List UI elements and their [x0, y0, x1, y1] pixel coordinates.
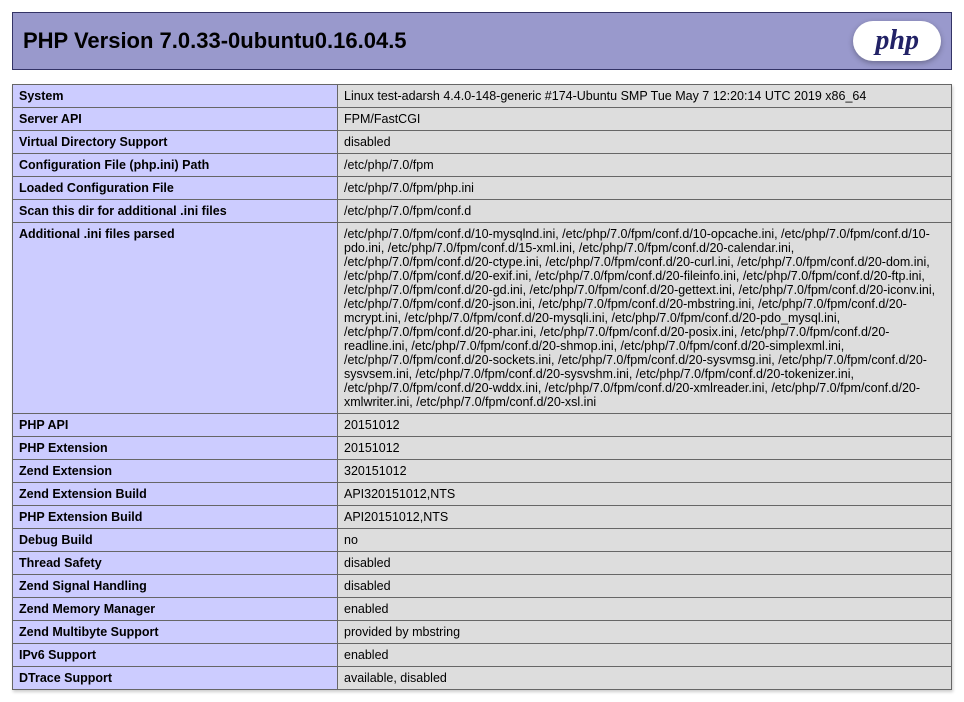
config-key: System — [13, 85, 338, 108]
config-value: API20151012,NTS — [338, 506, 952, 529]
config-key: IPv6 Support — [13, 644, 338, 667]
php-version-title: PHP Version 7.0.33-0ubuntu0.16.04.5 — [23, 28, 407, 54]
table-row: DTrace Supportavailable, disabled — [13, 667, 952, 690]
config-key: Debug Build — [13, 529, 338, 552]
config-key: Zend Memory Manager — [13, 598, 338, 621]
config-key: Zend Extension — [13, 460, 338, 483]
config-key: Configuration File (php.ini) Path — [13, 154, 338, 177]
config-key: Zend Signal Handling — [13, 575, 338, 598]
config-key: Scan this dir for additional .ini files — [13, 200, 338, 223]
table-row: Zend Extension BuildAPI320151012,NTS — [13, 483, 952, 506]
config-key: Loaded Configuration File — [13, 177, 338, 200]
table-row: Scan this dir for additional .ini files/… — [13, 200, 952, 223]
table-row: IPv6 Supportenabled — [13, 644, 952, 667]
config-value: disabled — [338, 575, 952, 598]
config-key: PHP API — [13, 414, 338, 437]
config-key: PHP Extension Build — [13, 506, 338, 529]
config-key: Server API — [13, 108, 338, 131]
table-row: Zend Extension320151012 — [13, 460, 952, 483]
table-row: Additional .ini files parsed/etc/php/7.0… — [13, 223, 952, 414]
config-value: no — [338, 529, 952, 552]
php-logo-icon: php — [853, 21, 941, 61]
table-row: PHP API20151012 — [13, 414, 952, 437]
table-row: Debug Buildno — [13, 529, 952, 552]
table-row: Virtual Directory Supportdisabled — [13, 131, 952, 154]
config-value: /etc/php/7.0/fpm — [338, 154, 952, 177]
table-row: Configuration File (php.ini) Path/etc/ph… — [13, 154, 952, 177]
config-value: 20151012 — [338, 437, 952, 460]
config-value: /etc/php/7.0/fpm/conf.d — [338, 200, 952, 223]
phpinfo-header: PHP Version 7.0.33-0ubuntu0.16.04.5 php — [12, 12, 952, 70]
config-value: disabled — [338, 131, 952, 154]
table-row: Zend Signal Handlingdisabled — [13, 575, 952, 598]
table-row: SystemLinux test-adarsh 4.4.0-148-generi… — [13, 85, 952, 108]
config-key: DTrace Support — [13, 667, 338, 690]
config-key: Virtual Directory Support — [13, 131, 338, 154]
config-value: API320151012,NTS — [338, 483, 952, 506]
config-value: provided by mbstring — [338, 621, 952, 644]
config-value: /etc/php/7.0/fpm/php.ini — [338, 177, 952, 200]
config-value: disabled — [338, 552, 952, 575]
table-row: Loaded Configuration File/etc/php/7.0/fp… — [13, 177, 952, 200]
config-key: Zend Extension Build — [13, 483, 338, 506]
config-value: enabled — [338, 644, 952, 667]
table-row: Zend Memory Managerenabled — [13, 598, 952, 621]
config-value: available, disabled — [338, 667, 952, 690]
table-row: Thread Safetydisabled — [13, 552, 952, 575]
table-row: PHP Extension BuildAPI20151012,NTS — [13, 506, 952, 529]
config-value: /etc/php/7.0/fpm/conf.d/10-mysqlnd.ini, … — [338, 223, 952, 414]
config-key: Zend Multibyte Support — [13, 621, 338, 644]
config-key: Additional .ini files parsed — [13, 223, 338, 414]
table-row: PHP Extension20151012 — [13, 437, 952, 460]
config-key: Thread Safety — [13, 552, 338, 575]
config-value: FPM/FastCGI — [338, 108, 952, 131]
config-value: enabled — [338, 598, 952, 621]
table-row: Zend Multibyte Supportprovided by mbstri… — [13, 621, 952, 644]
config-value: 20151012 — [338, 414, 952, 437]
config-value: Linux test-adarsh 4.4.0-148-generic #174… — [338, 85, 952, 108]
config-key: PHP Extension — [13, 437, 338, 460]
table-row: Server APIFPM/FastCGI — [13, 108, 952, 131]
config-value: 320151012 — [338, 460, 952, 483]
phpinfo-table: SystemLinux test-adarsh 4.4.0-148-generi… — [12, 84, 952, 690]
